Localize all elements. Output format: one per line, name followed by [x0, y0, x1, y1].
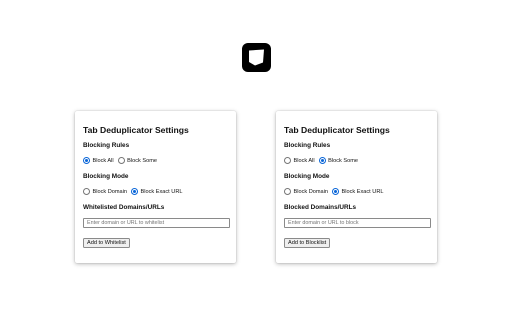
radio-block-domain-label: Block Domain [92, 188, 128, 195]
blocklist-heading: Blocked Domains/URLs [284, 204, 357, 211]
blocking-mode-heading: Blocking Mode [83, 173, 129, 180]
radio-block-exact-url-control[interactable] [332, 188, 340, 195]
radio-block-some[interactable]: Block Some [318, 157, 358, 164]
add-to-blocklist-button[interactable]: Add to Blocklist [284, 238, 331, 248]
radio-block-some-label: Block Some [328, 157, 358, 164]
radio-block-some-label: Block Some [127, 157, 157, 164]
radio-block-all[interactable]: Block All [284, 157, 315, 164]
radio-block-exact-url-label: Block Exact URL [341, 188, 384, 195]
blocking-rules-group: Block All Block Some [83, 156, 228, 165]
radio-block-exact-url-label: Block Exact URL [140, 188, 183, 195]
blocking-mode-group: Block Domain Block Exact URL [83, 187, 228, 196]
blocklist-input[interactable]: Enter domain or URL to block [284, 218, 431, 228]
blocking-mode-group: Block Domain Block Exact URL [284, 187, 429, 196]
radio-block-all[interactable]: Block All [83, 157, 114, 164]
radio-block-domain-control[interactable] [83, 188, 90, 195]
settings-panel-blocklist: Tab Deduplicator Settings Blocking Rules… [276, 111, 437, 263]
radio-block-some[interactable]: Block Some [117, 157, 157, 164]
panel-title: Tab Deduplicator Settings [83, 125, 189, 135]
radio-block-domain-control[interactable] [284, 188, 291, 195]
page: Tab Deduplicator Settings Blocking Rules… [0, 0, 512, 320]
panel-title: Tab Deduplicator Settings [284, 125, 390, 135]
radio-block-domain[interactable]: Block Domain [83, 188, 127, 195]
tab-deduplicator-logo-icon [242, 43, 271, 72]
radio-block-all-control[interactable] [83, 157, 90, 164]
radio-block-some-control[interactable] [318, 157, 326, 164]
radio-block-some-control[interactable] [117, 157, 125, 164]
radio-block-exact-url[interactable]: Block Exact URL [332, 188, 383, 195]
whitelist-input[interactable]: Enter domain or URL to whitelist [83, 218, 230, 228]
add-to-whitelist-button[interactable]: Add to Whitelist [83, 238, 130, 248]
radio-block-all-label: Block All [293, 157, 315, 164]
radio-block-domain-label: Block Domain [293, 188, 329, 195]
radio-block-exact-url-control[interactable] [131, 188, 139, 195]
radio-block-exact-url[interactable]: Block Exact URL [131, 188, 182, 195]
blocking-mode-heading: Blocking Mode [284, 173, 330, 180]
radio-block-all-control[interactable] [284, 157, 291, 164]
radio-block-all-label: Block All [92, 157, 114, 164]
settings-panel-whitelist: Tab Deduplicator Settings Blocking Rules… [75, 111, 236, 263]
radio-block-domain[interactable]: Block Domain [284, 188, 328, 195]
blocking-rules-heading: Blocking Rules [284, 142, 331, 149]
whitelist-heading: Whitelisted Domains/URLs [83, 204, 165, 211]
blocking-rules-heading: Blocking Rules [83, 142, 130, 149]
blocking-rules-group: Block All Block Some [284, 156, 429, 165]
